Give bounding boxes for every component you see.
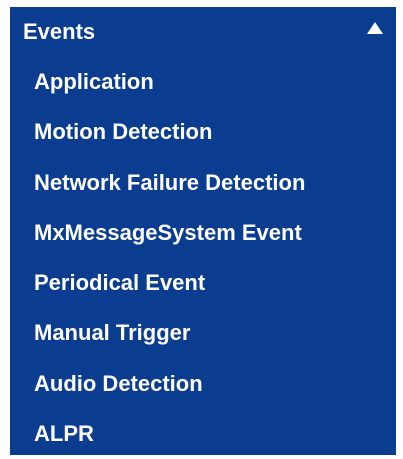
menu-item-motion-detection[interactable]: Motion Detection	[10, 107, 396, 157]
menu-item-label: Application	[34, 69, 154, 94]
menu-item-mxmessagesystem-event[interactable]: MxMessageSystem Event	[10, 208, 396, 258]
menu-item-label: Network Failure Detection	[34, 169, 306, 195]
menu-item-label: ALPR	[34, 421, 94, 447]
menu-item-label: Audio Detection	[34, 370, 203, 396]
menu-item-alpr[interactable]: ALPR	[10, 409, 396, 459]
events-menu-panel: Events Application Motion Detection Netw…	[10, 7, 396, 455]
menu-item-label: MxMessageSystem Event	[34, 219, 302, 245]
collapse-triangle-icon[interactable]	[367, 22, 383, 34]
events-menu-header[interactable]: Events	[10, 7, 396, 57]
menu-item-audio-detection[interactable]: Audio Detection	[10, 359, 396, 409]
menu-item-manual-trigger[interactable]: Manual Trigger	[10, 308, 396, 358]
menu-item-network-failure-detection[interactable]: Network Failure Detection	[10, 158, 396, 208]
menu-item-label: Motion Detection	[34, 119, 213, 145]
menu-item-periodical-event[interactable]: Periodical Event	[10, 258, 396, 308]
menu-item-application[interactable]: Application	[10, 57, 396, 107]
menu-item-label: Manual Trigger	[34, 320, 191, 346]
menu-item-label: Periodical Event	[34, 270, 206, 296]
events-menu-title: Events	[23, 19, 96, 44]
events-menu-list: Application Motion Detection Network Fai…	[10, 57, 396, 459]
